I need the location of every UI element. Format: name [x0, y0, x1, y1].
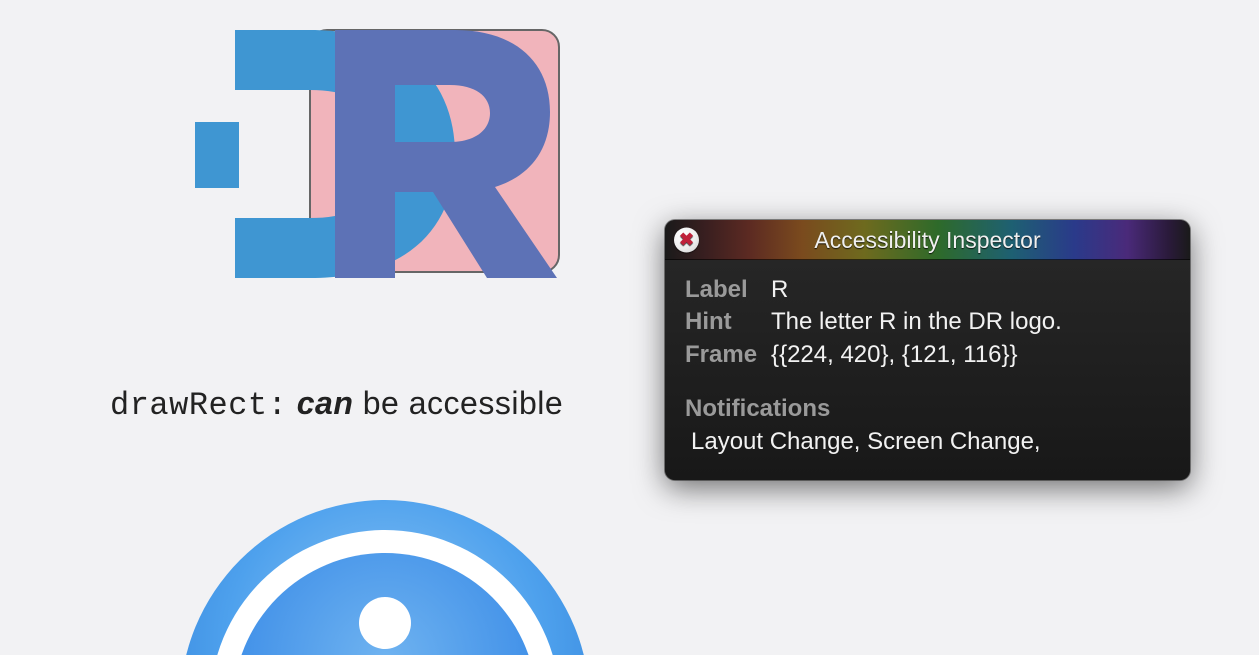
notifications-value: Layout Change, Screen Change,: [685, 426, 1172, 458]
inspector-body: Label R Hint The letter R in the DR logo…: [665, 260, 1190, 480]
row-key: Hint: [685, 306, 757, 338]
inspector-titlebar[interactable]: ✖ Accessibility Inspector: [665, 220, 1190, 260]
row-value: The letter R in the DR logo.: [771, 306, 1062, 338]
logo-letter-r: [335, 30, 557, 278]
accessibility-icon: [175, 495, 595, 655]
dr-logo: [195, 30, 560, 285]
caption-text: drawRect: can be accessible: [110, 385, 563, 424]
row-value: R: [771, 274, 788, 306]
inspector-row-frame: Frame {{224, 420}, {121, 116}}: [685, 339, 1172, 371]
inspector-row-label: Label R: [685, 274, 1172, 306]
row-value: {{224, 420}, {121, 116}}: [771, 339, 1018, 371]
close-button[interactable]: ✖: [674, 228, 699, 253]
close-icon: ✖: [679, 230, 694, 248]
caption-code: drawRect:: [110, 387, 287, 424]
accessibility-inspector-panel: ✖ Accessibility Inspector Label R Hint T…: [665, 220, 1190, 480]
inspector-row-hint: Hint The letter R in the DR logo.: [685, 306, 1172, 338]
inspector-title: Accessibility Inspector: [814, 227, 1040, 254]
caption-rest: be accessible: [353, 385, 563, 421]
row-key: Label: [685, 274, 757, 306]
caption-emph: can: [297, 385, 354, 421]
row-key: Frame: [685, 339, 757, 371]
notifications-heading: Notifications: [685, 393, 1172, 425]
